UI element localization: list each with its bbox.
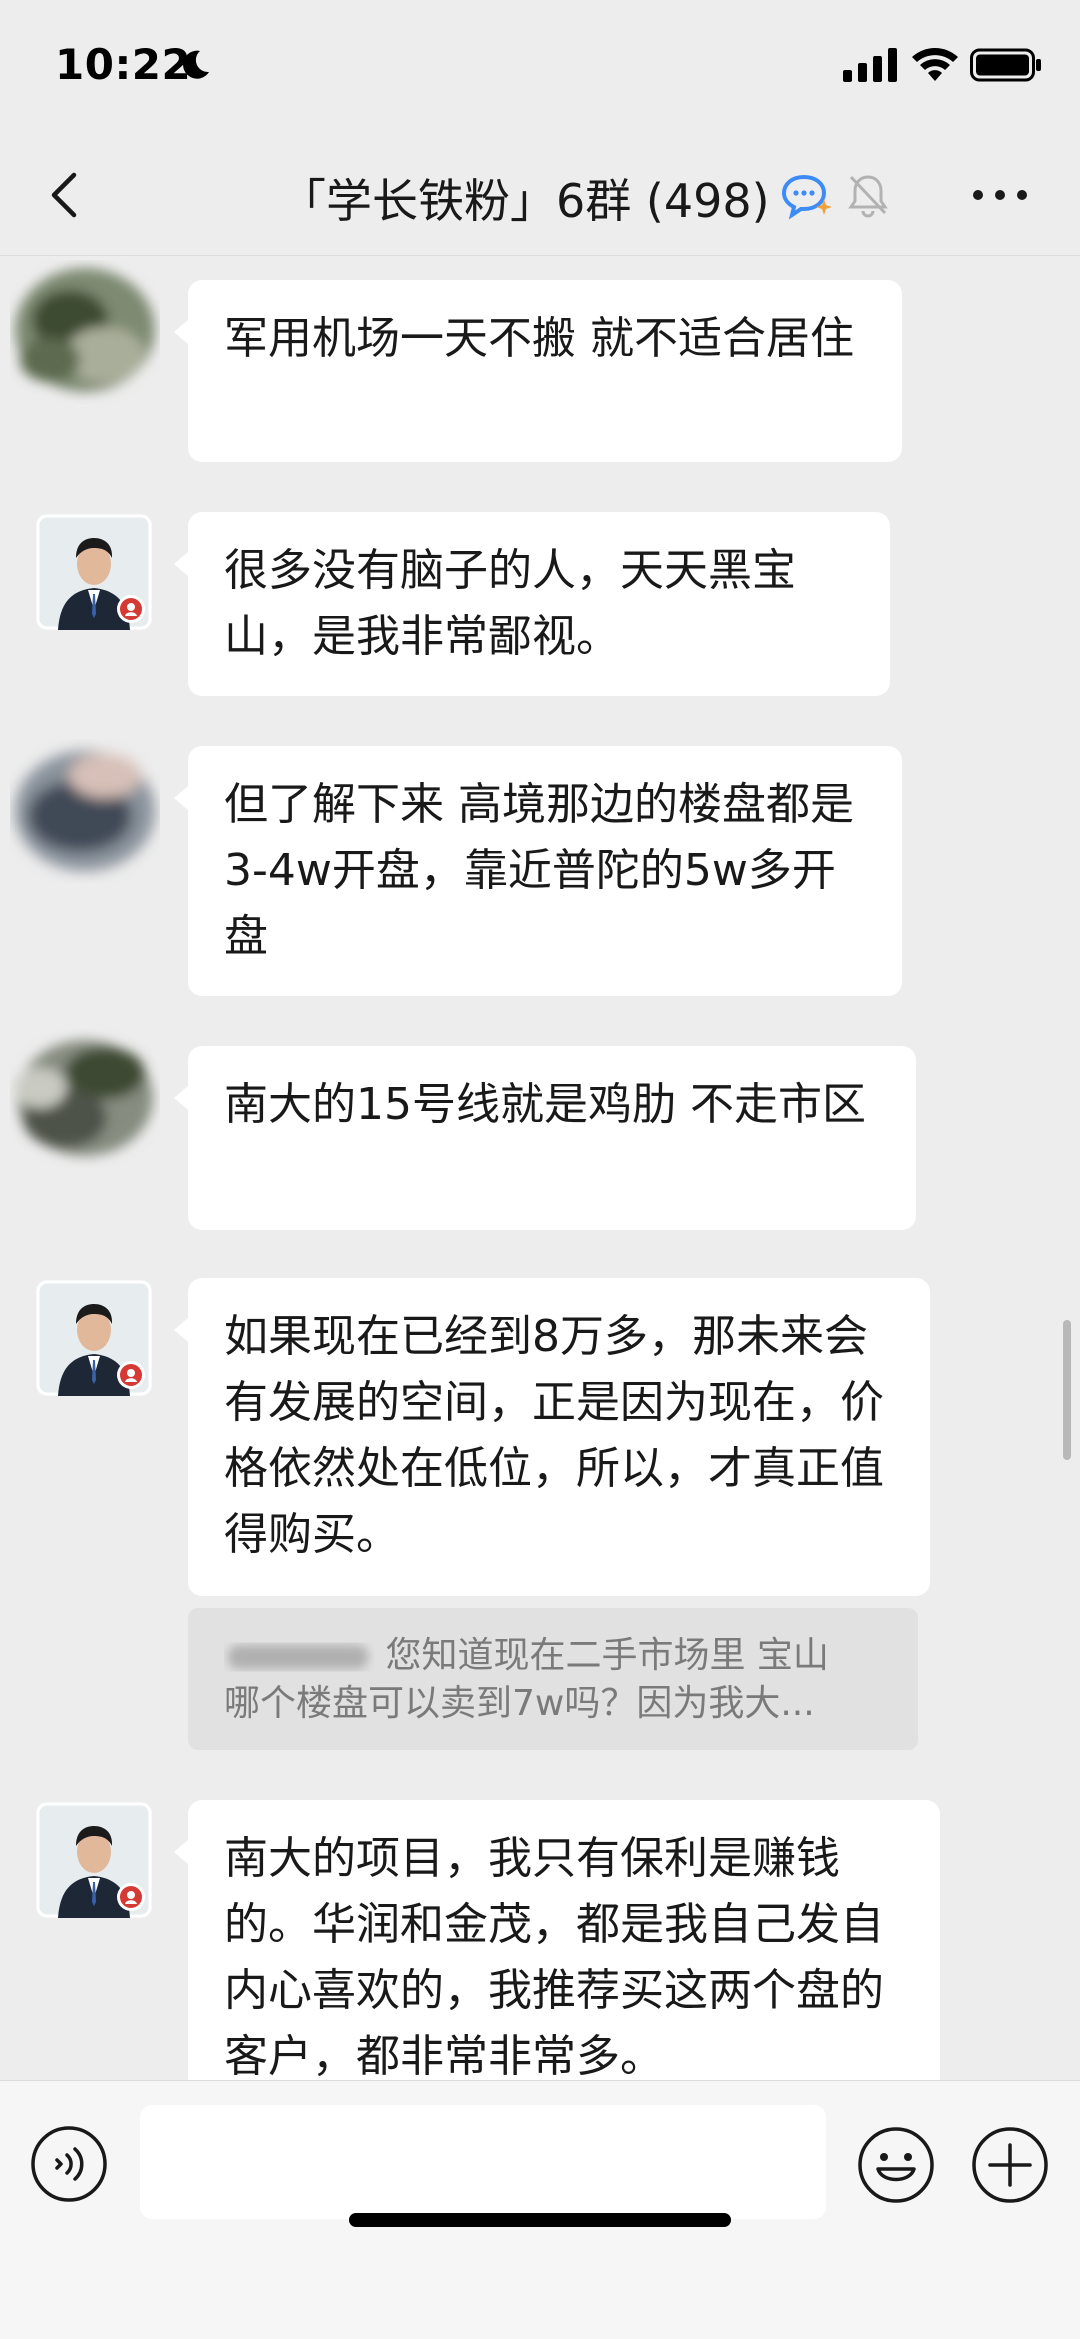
message-bubble[interactable]: 军用机场一天不搬 就不适合居住 <box>174 280 902 462</box>
more-icon[interactable] <box>965 165 1035 225</box>
message-text: 南大的15号线就是鸡肋 不走市区 <box>224 1079 866 1130</box>
message-bubble[interactable]: 如果现在已经到8万多，那未来会有发展的空间，正是因为现在，价格依然处在低位，所以… <box>174 1278 930 1596</box>
quote-line-1: 您知道现在二手市场里 宝山 <box>385 1635 829 1676</box>
message-bubble[interactable]: 南大的项目，我只有保利是赚钱的。华润和金茂，都是我自己发自内心喜欢的，我推荐买这… <box>174 1800 940 2120</box>
quote-line-2: 哪个楼盘可以卖到7w吗？因为我大... <box>224 1683 815 1724</box>
message-text: 如果现在已经到8万多，那未来会有发展的空间，正是因为现在，价格依然处在低位，所以… <box>224 1311 884 1560</box>
battery-icon <box>970 48 1041 82</box>
nav-bar: 「学长铁粉」6群 (498) <box>0 135 1080 256</box>
home-indicator[interactable] <box>349 2213 731 2227</box>
status-time: 10:22 <box>55 40 192 89</box>
message-input[interactable] <box>140 2105 826 2219</box>
avatar[interactable] <box>36 1802 152 1918</box>
voice-icon[interactable] <box>30 2125 108 2203</box>
plus-icon[interactable] <box>970 2125 1050 2205</box>
message-bubble[interactable]: 南大的15号线就是鸡肋 不走市区 <box>174 1046 916 1230</box>
blurred-sender-name <box>228 1645 368 1669</box>
emoji-icon[interactable] <box>856 2125 936 2205</box>
status-bar: 10:22 <box>0 0 1080 135</box>
input-bar <box>0 2080 1080 2339</box>
moon-icon <box>183 50 209 79</box>
message-text: 南大的项目，我只有保利是赚钱的。华润和金茂，都是我自己发自内心喜欢的，我推荐买这… <box>224 1833 884 2082</box>
wifi-icon <box>912 48 958 81</box>
back-icon[interactable] <box>38 165 98 225</box>
avatar[interactable] <box>10 1028 160 1178</box>
scrollbar[interactable] <box>1063 1320 1071 1460</box>
ai-assistant-icon[interactable] <box>780 171 834 221</box>
quoted-message[interactable]: 您知道现在二手市场里 宝山 哪个楼盘可以卖到7w吗？因为我大... <box>188 1608 918 1750</box>
signal-icon <box>843 48 897 82</box>
message-text: 但了解下来 高境那边的楼盘都是3-4w开盘，靠近普陀的5w多开盘 <box>224 779 854 962</box>
chat-title: 「学长铁粉」6群 (498) <box>280 174 770 228</box>
avatar[interactable] <box>10 736 160 886</box>
message-text: 很多没有脑子的人，天天黑宝山，是我非常鄙视。 <box>224 545 796 662</box>
mute-icon <box>848 175 888 218</box>
avatar[interactable] <box>36 1280 152 1396</box>
message-bubble[interactable]: 但了解下来 高境那边的楼盘都是3-4w开盘，靠近普陀的5w多开盘 <box>174 746 902 996</box>
message-bubble[interactable]: 很多没有脑子的人，天天黑宝山，是我非常鄙视。 <box>174 512 890 696</box>
chat-screen: 10:22 「学长铁粉」6群 (498) 军用机场一天不搬 就不适合居住 很多没… <box>0 0 1080 2339</box>
avatar[interactable] <box>10 260 160 410</box>
message-text: 军用机场一天不搬 就不适合居住 <box>224 313 854 364</box>
avatar[interactable] <box>36 514 152 630</box>
